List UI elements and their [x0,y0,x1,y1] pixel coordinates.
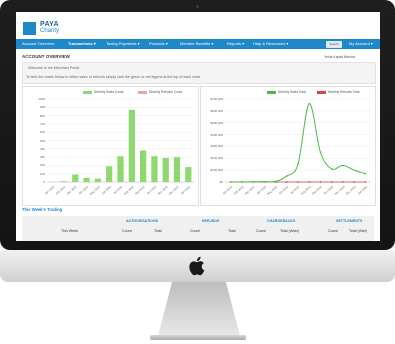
point-sales-total [241,181,243,183]
site-header: PAYA Charity [16,12,380,39]
header-refunds: REFUNDS [202,219,220,223]
bar [173,157,181,182]
auth-count: Count [122,229,132,233]
y-tick-label: 700 [39,121,45,126]
page-title: ACCOUNT OVERVIEW [22,54,70,59]
apple-logo-icon [189,256,205,276]
point-sales-total [285,175,288,177]
nav-help-resources[interactable]: Help & Resources ▾ [253,41,288,46]
point-sales-total [229,181,232,183]
bar [162,157,169,182]
camera-dot [196,5,199,8]
header-settlements: SETTLEMENTS [336,219,363,223]
point-sales-total [274,180,277,183]
y-tick-label: 0 [43,180,45,184]
y-tick-label: $100,000 [210,168,223,173]
bar [117,156,124,182]
y-tick-label: 400 [39,146,45,151]
settlements-count: Count [328,229,338,233]
brand-name: PAYA [40,21,59,28]
point-sales-total [330,168,333,170]
nav-my-account[interactable]: My Account ▾ [349,41,373,46]
y-tick-label: 800 [39,113,45,118]
y-tick-label: $500,000 [210,120,223,125]
y-tick-label: 1000 [38,97,45,101]
y-tick-label: 300 [39,155,45,160]
point-refunds-total [364,181,367,183]
bar [106,166,113,182]
point-sales-total [319,151,322,154]
y-tick-label: $600,000 [210,108,223,113]
y-tick-label: $200,000 [210,156,223,161]
y-tick-label: $300,000 [210,144,223,149]
user-name[interactable]: Yehia Kapati Mission [324,55,355,59]
point-refunds-total [297,181,299,183]
point-refunds-total [353,181,356,183]
point-sales-total [342,164,344,167]
sales-total-chart-panel: Monthly Sales Total Monthly Refunds Tota… [200,86,376,206]
point-refunds-total [342,181,344,183]
point-sales-total [252,180,254,183]
welcome-box: Welcome to the Merchant Portal To limit … [22,62,376,84]
bar [60,181,68,182]
welcome-text: To limit the charts below to either sale… [26,75,202,79]
point-sales-total [297,163,299,166]
trading-title: This Week's Trading [22,207,63,212]
settlements-total: Total (rNet) [349,229,367,233]
y-tick-label: $700,000 [210,97,223,101]
bar [128,109,135,182]
point-refunds-total [285,181,288,183]
refunds-total: Total [228,229,236,233]
point-refunds-total [308,181,311,183]
point-sales-total [263,180,266,183]
bar [94,178,101,182]
nav-transactions[interactable]: Transactions ▾ [68,41,96,46]
y-tick-label: 900 [39,105,45,110]
y-tick-label: 600 [39,130,45,135]
search-box[interactable]: Search [326,40,342,48]
y-tick-label: 100 [39,171,45,176]
bar [72,174,79,182]
nav-member-benefits[interactable]: Member Benefits ▾ [180,41,213,46]
sales-count-chart-panel: Monthly Sales Count Monthly Refunds Coun… [22,86,199,206]
bar [83,177,90,182]
welcome-heading: Welcome to the Merchant Portal [28,66,80,70]
bar [151,156,158,182]
row-label-this-week: This Week [61,229,78,233]
nav-taxing-payments[interactable]: Taxing Payments ▾ [106,41,140,46]
nav-reports[interactable]: Reports ▾ [227,41,244,46]
screen: PAYA Charity Account Overview Transactio… [16,12,380,241]
monitor-stand [150,282,246,340]
y-tick-label: 200 [39,163,45,168]
point-refunds-total [319,181,322,183]
trading-table: AUTHORISATIONS REFUNDS CHARGEBACKS SETTL… [22,216,374,241]
y-tick-label: 500 [39,138,45,143]
y-tick-label: $400,000 [210,132,223,137]
chargebacks-count: Count [256,229,266,233]
point-sales-total [364,172,367,175]
header-authorisations: AUTHORISATIONS [126,219,159,223]
point-refunds-total [330,181,333,183]
main-nav: Account Overview Transactions ▾ Taxing P… [16,39,380,49]
bar [140,150,147,182]
logo-icon [23,22,36,35]
point-sales-total [308,102,311,105]
header-chargebacks: CHARGEBACKS [267,219,296,223]
auth-total: Total [154,229,162,233]
bar [185,167,192,182]
chargebacks-total: Total (rMax) [280,229,299,233]
nav-account-overview[interactable]: Account Overview [22,41,54,46]
point-sales-total [353,169,355,171]
nav-products[interactable]: Products ▾ [149,41,168,46]
refunds-count: Count [190,229,200,233]
y-tick-label: $0 [219,180,223,184]
brand-sub: Charity [40,28,60,34]
